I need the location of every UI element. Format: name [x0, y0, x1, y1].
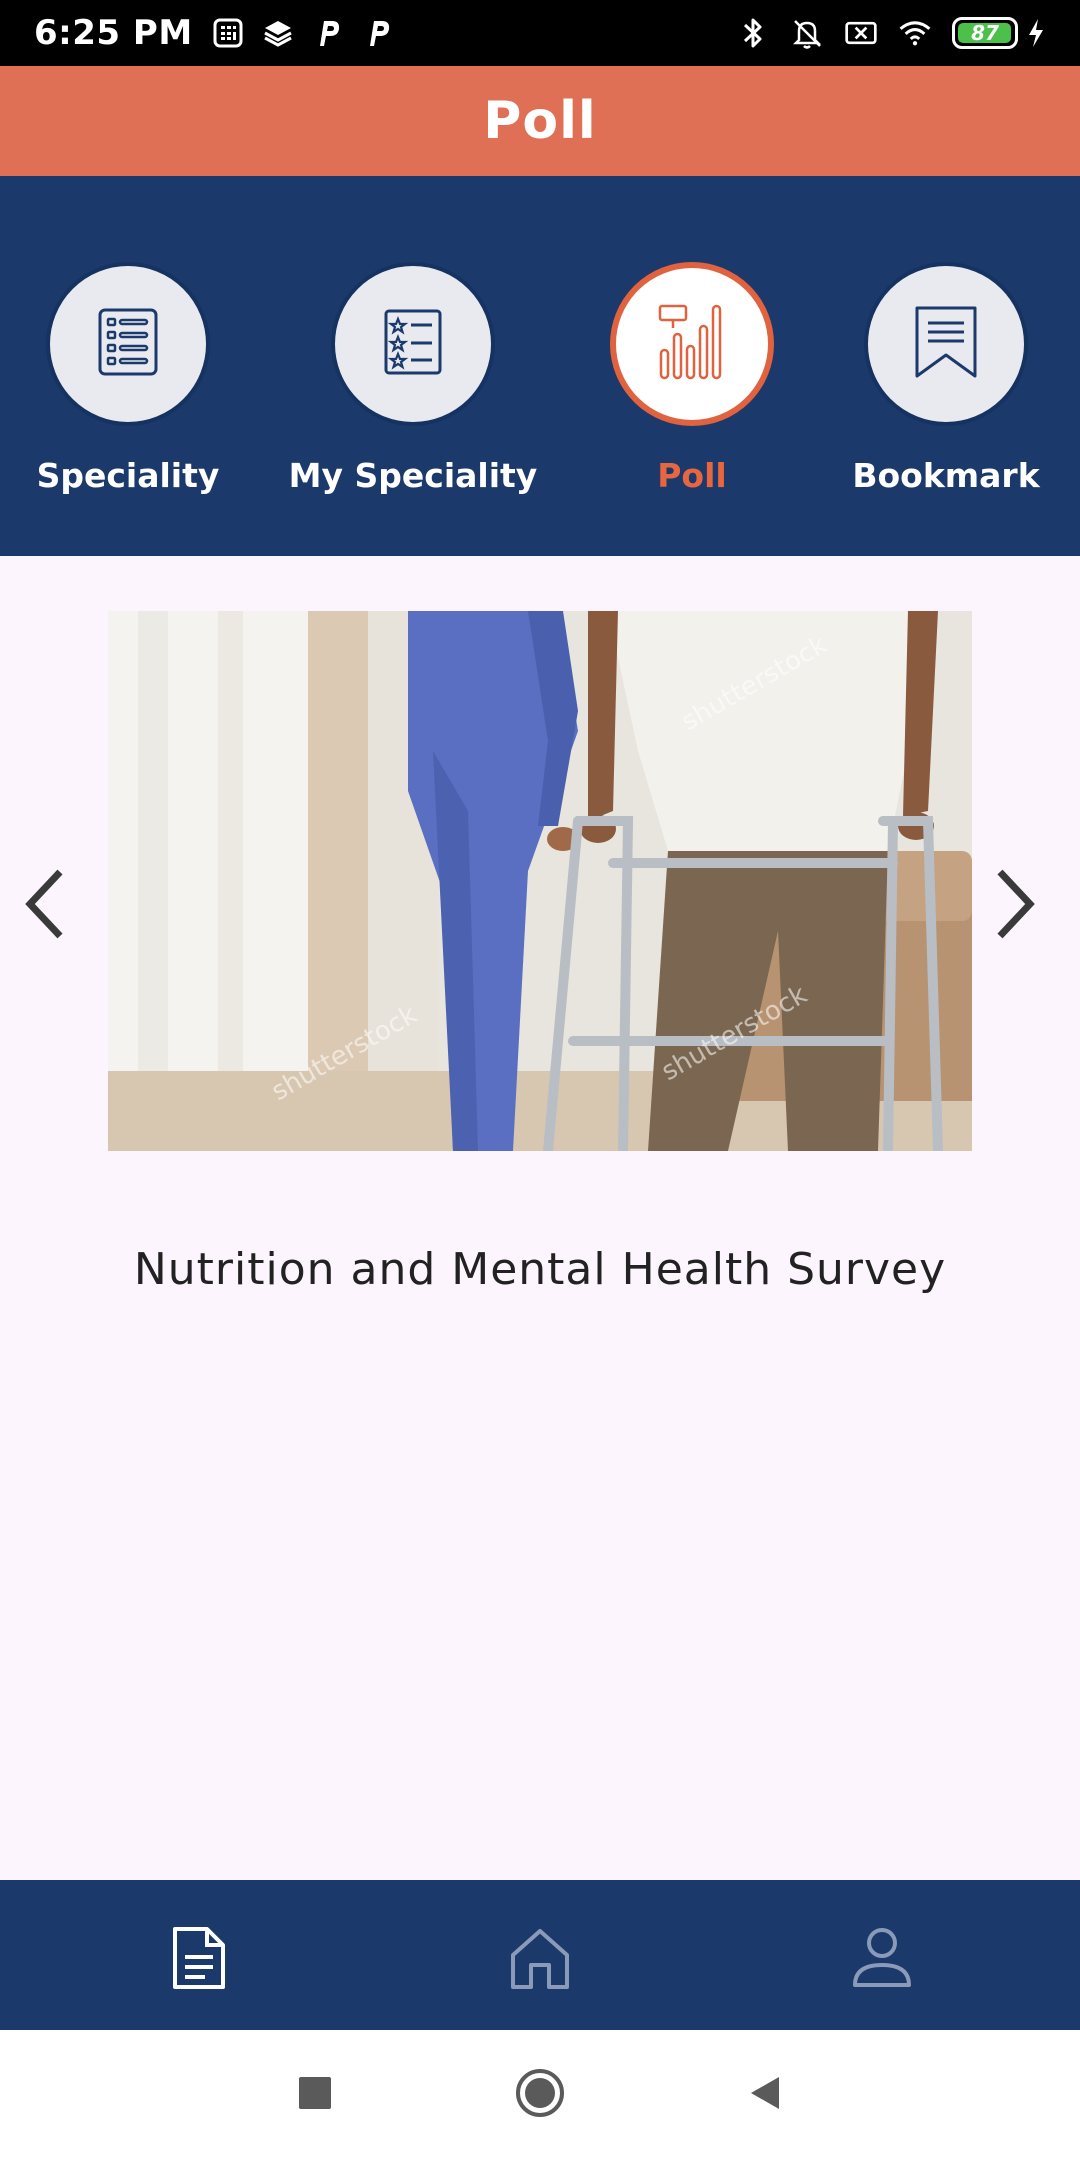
category-panel: Speciality My Speciality Poll Bookmark: [0, 176, 1080, 556]
status-bar: 6:25 PM 87: [0, 0, 1080, 66]
sim-off-icon: [844, 16, 878, 50]
category-poll[interactable]: Poll: [552, 262, 832, 495]
content-area: shutterstock shutterstock shutterstock N…: [0, 556, 1080, 1880]
next-arrow-button[interactable]: [980, 856, 1050, 956]
recents-icon: [297, 2075, 333, 2115]
bell-off-icon: [790, 16, 824, 50]
category-poll-circle[interactable]: [610, 262, 774, 426]
category-speciality-label: Speciality: [36, 456, 220, 495]
nurse-walker-photo: shutterstock shutterstock shutterstock: [108, 611, 972, 1151]
p-icon: [361, 16, 395, 50]
category-my-speciality[interactable]: My Speciality: [273, 262, 553, 495]
nav-profile-button[interactable]: [842, 1920, 922, 2000]
calculator-icon: [211, 16, 245, 50]
nav-document-button[interactable]: [158, 1920, 238, 2000]
app-header: Poll: [0, 66, 1080, 176]
back-button[interactable]: [735, 2065, 795, 2125]
bottom-nav: [0, 1880, 1080, 2030]
wifi-icon: [898, 16, 932, 50]
category-bookmark-circle[interactable]: [864, 262, 1028, 426]
survey-image[interactable]: shutterstock shutterstock shutterstock: [108, 611, 972, 1151]
battery-icon: 87: [952, 17, 1018, 49]
survey-title[interactable]: Nutrition and Mental Health Survey: [0, 1244, 1080, 1295]
layers-icon: [261, 16, 295, 50]
battery-level: 87: [971, 21, 999, 45]
category-bookmark[interactable]: Bookmark: [806, 262, 1080, 495]
category-bookmark-label: Bookmark: [852, 456, 1040, 495]
home-system-button[interactable]: [510, 2065, 570, 2125]
poll-chart-icon: [657, 302, 727, 386]
previous-arrow-button[interactable]: [10, 856, 80, 956]
back-icon: [745, 2073, 785, 2117]
list-icon: [96, 307, 160, 381]
bookmark-icon: [914, 305, 978, 383]
p-icon: [311, 16, 345, 50]
chevron-left-icon: [20, 864, 70, 948]
star-list-icon: [382, 308, 444, 380]
category-speciality-circle[interactable]: [46, 262, 210, 426]
document-icon: [165, 1925, 231, 1995]
system-nav-bar: [0, 2030, 1080, 2160]
chevron-right-icon: [990, 864, 1040, 948]
status-time: 6:25 PM: [34, 13, 193, 53]
category-my-speciality-circle[interactable]: [331, 262, 495, 426]
profile-icon: [849, 1925, 915, 1995]
category-speciality[interactable]: Speciality: [0, 262, 268, 495]
home-circle-icon: [514, 2067, 566, 2123]
bluetooth-icon: [736, 16, 770, 50]
recents-button[interactable]: [285, 2065, 345, 2125]
nav-home-button[interactable]: [500, 1920, 580, 2000]
category-my-speciality-label: My Speciality: [288, 456, 538, 495]
home-icon: [507, 1925, 573, 1995]
page-title: Poll: [483, 91, 597, 151]
charging-icon: [1026, 16, 1046, 50]
category-poll-label: Poll: [657, 456, 727, 495]
